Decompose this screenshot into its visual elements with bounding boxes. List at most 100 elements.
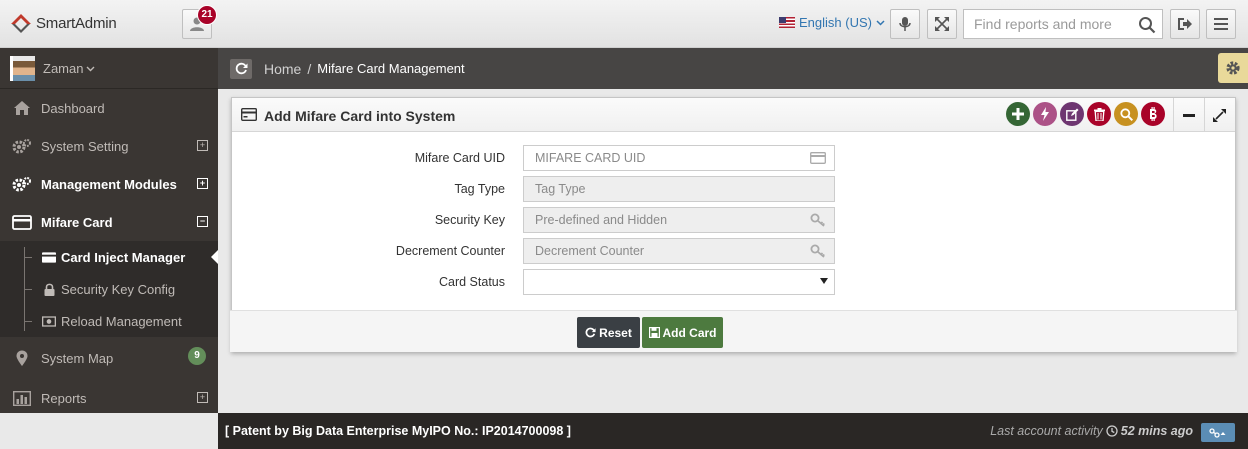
key-icon (810, 244, 825, 258)
money-icon (42, 315, 56, 327)
fullscreen-button[interactable] (927, 9, 957, 39)
sidebar-item-dashboard[interactable]: Dashboard (0, 89, 218, 127)
clock-icon (1106, 425, 1118, 437)
sidebar-item-security-key-config[interactable]: Security Key Config (0, 273, 218, 305)
last-activity-time: 52 mins ago (1120, 424, 1193, 438)
voice-command-button[interactable] (890, 9, 920, 39)
chevron-down-icon (86, 66, 95, 71)
activity-details-button[interactable] (1201, 423, 1235, 442)
card-status-select[interactable] (523, 269, 835, 295)
sidebar-item-reports[interactable]: Reports + (0, 379, 218, 417)
expand-icon[interactable]: + (197, 392, 208, 403)
search-icon[interactable] (1138, 16, 1156, 34)
card-uid-label: Mifare Card UID (414, 151, 505, 165)
reset-button[interactable]: Reset (577, 317, 640, 348)
home-icon (12, 99, 32, 117)
search-input[interactable] (964, 10, 1129, 38)
edit-icon (1065, 108, 1078, 121)
search-button[interactable] (1114, 102, 1138, 126)
hamburger-icon (1214, 18, 1228, 30)
toolbar-divider (1173, 98, 1174, 132)
gears-icon (12, 137, 32, 155)
credit-card-icon (241, 108, 257, 121)
sidebar-item-reload-management[interactable]: Reload Management (0, 305, 218, 337)
flash-button[interactable] (1033, 102, 1057, 126)
sign-out-icon (1178, 18, 1192, 30)
collapse-icon[interactable]: − (197, 216, 208, 227)
breadcrumb-home[interactable]: Home (264, 61, 301, 77)
credit-card-icon (12, 213, 32, 231)
language-selector[interactable]: English (US) (779, 15, 885, 30)
link-icon (1209, 427, 1226, 438)
expand-icon[interactable]: + (197, 178, 208, 189)
activity-badge[interactable]: 21 (197, 5, 217, 25)
minus-icon (1183, 113, 1195, 117)
bitcoin-icon (1150, 107, 1157, 121)
breadcrumb-ribbon: Home / Mifare Card Management (218, 48, 1248, 89)
sidebar-item-label: Management Modules (41, 176, 177, 192)
sidebar-item-system-setting[interactable]: System Setting + (0, 127, 218, 165)
menu-toggle-button[interactable] (1206, 9, 1236, 39)
reset-button-label: Reset (599, 325, 632, 340)
map-marker-icon (12, 349, 32, 367)
language-label: English (US) (799, 15, 872, 30)
sidebar-item-system-map[interactable]: System Map 9 (0, 337, 218, 379)
collapse-widget-button[interactable] (1178, 104, 1200, 126)
security-key-label: Security Key (434, 213, 505, 227)
last-activity-label: Last account activity (990, 424, 1103, 438)
logo-icon (11, 14, 31, 33)
credit-card-icon (810, 152, 826, 164)
last-activity: Last account activity 52 mins ago (990, 424, 1193, 438)
expand-icon[interactable]: + (197, 140, 208, 151)
caret-down-icon (820, 278, 828, 284)
sidebar-item-label: Reload Management (61, 313, 182, 329)
expand-icon (1212, 108, 1226, 122)
fullscreen-icon (935, 17, 949, 31)
logout-button[interactable] (1170, 9, 1200, 39)
delete-button[interactable] (1087, 102, 1111, 126)
avatar (10, 55, 35, 81)
add-card-button-label: Add Card (662, 325, 717, 340)
gear-icon (1226, 61, 1240, 75)
top-header: SmartAdmin 21 English (US) (0, 0, 1248, 48)
active-indicator (211, 250, 218, 264)
mifare-card-submenu: Card Inject Manager Security Key Config … (0, 241, 218, 337)
sidebar-item-label: Dashboard (41, 100, 105, 116)
settings-button[interactable] (1218, 53, 1248, 83)
save-icon (648, 327, 660, 338)
sidebar-item-label: Security Key Config (61, 281, 176, 297)
sidebar-item-management-modules[interactable]: Management Modules + (0, 165, 218, 203)
tag-type-input (523, 176, 835, 202)
card-uid-input[interactable] (523, 145, 835, 171)
form-row-card-status: Card Status (232, 269, 1235, 295)
decrement-counter-input (523, 238, 835, 264)
sidebar-item-card-inject-manager[interactable]: Card Inject Manager (0, 241, 218, 273)
expand-widget-button[interactable] (1208, 104, 1230, 126)
add-button[interactable] (1006, 102, 1030, 126)
breadcrumb: Home / Mifare Card Management (252, 61, 465, 77)
toolbar-divider (1204, 98, 1205, 132)
refresh-button[interactable] (230, 58, 252, 79)
bitcoin-button[interactable] (1141, 102, 1165, 126)
card-status-label: Card Status (438, 275, 505, 289)
add-mifare-card-widget: Add Mifare Card into System Mifare Card … (230, 97, 1237, 352)
sidebar: Zaman Dashboard System Setting + Managem… (0, 48, 218, 413)
sidebar-item-mifare-card[interactable]: Mifare Card − (0, 203, 218, 241)
app-logo[interactable]: SmartAdmin (10, 12, 117, 34)
edit-button[interactable] (1060, 102, 1084, 126)
refresh-icon (585, 327, 596, 338)
user-info[interactable]: Zaman (0, 48, 218, 89)
breadcrumb-separator: / (307, 60, 312, 77)
add-card-button[interactable]: Add Card (642, 317, 723, 348)
sidebar-item-label: Card Inject Manager (61, 249, 186, 265)
security-key-input (523, 207, 835, 233)
lock-icon (42, 283, 56, 296)
patent-text: [ Patent by Big Data Enterprise MyIPO No… (225, 424, 571, 438)
tag-type-label: Tag Type (454, 182, 505, 196)
form-actions: Reset Add Card (230, 310, 1237, 352)
bar-chart-icon (12, 389, 32, 407)
search-box (963, 9, 1163, 39)
widget-toolbar (1006, 102, 1165, 126)
page-footer: [ Patent by Big Data Enterprise MyIPO No… (218, 413, 1248, 449)
trash-icon (1093, 107, 1105, 121)
